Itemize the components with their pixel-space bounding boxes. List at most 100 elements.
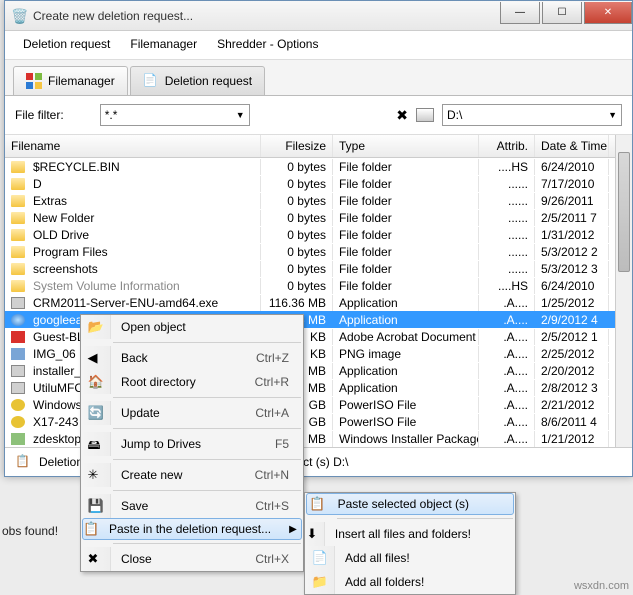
file-icon [11, 280, 25, 292]
close-button[interactable]: ✕ [584, 2, 632, 24]
app-icon: 🗑️ [11, 8, 27, 24]
menu-item[interactable]: ⬇Insert all files and folders! [305, 522, 515, 546]
table-row[interactable]: CRM2011-Server-ENU-amd64.exe116.36 MBApp… [5, 294, 632, 311]
column-date[interactable]: Date & Time [535, 135, 609, 157]
table-row[interactable]: Program Files0 bytesFile folder......5/3… [5, 243, 632, 260]
window-title: Create new deletion request... [33, 9, 500, 23]
file-size: 0 bytes [261, 278, 333, 294]
menu-item[interactable]: 📄Add all files! [305, 546, 515, 570]
file-name: X17-243 [33, 415, 78, 429]
file-type: File folder [333, 159, 479, 175]
drive-combo[interactable]: D:\ ▼ [442, 104, 622, 126]
column-type[interactable]: Type [333, 135, 479, 157]
file-attrib: .A.... [479, 363, 535, 379]
file-type: Application [333, 295, 479, 311]
windows-flag-icon [26, 73, 42, 89]
file-name: OLD Drive [33, 228, 89, 242]
minimize-button[interactable]: — [500, 2, 540, 24]
table-row[interactable]: System Volume Information0 bytesFile fol… [5, 277, 632, 294]
file-name: Windows [33, 398, 82, 412]
column-filesize[interactable]: Filesize [261, 135, 333, 157]
file-type: PNG image [333, 346, 479, 362]
clear-icon[interactable]: ✖ [396, 107, 408, 124]
insert-icon: ⬇ [305, 522, 325, 546]
column-attrib[interactable]: Attrib. [479, 135, 535, 157]
menu-shortcut: Ctrl+A [235, 406, 303, 420]
titlebar[interactable]: 🗑️ Create new deletion request... — ☐ ✕ [5, 1, 632, 31]
file-name: zdesktop [33, 432, 81, 446]
menu-item[interactable]: 🖴Jump to DrivesF5 [81, 432, 303, 456]
file-name: Extras [33, 194, 67, 208]
file-date: 1/25/2012 [535, 295, 609, 311]
file-date: 7/17/2010 [535, 176, 609, 192]
file-type: Application [333, 363, 479, 379]
column-filename[interactable]: Filename [5, 135, 261, 157]
menubar: Deletion request Filemanager Shredder - … [5, 31, 632, 60]
menu-item[interactable]: 🏠Root directoryCtrl+R [81, 370, 303, 394]
menu-shredder-options[interactable]: Shredder - Options [209, 35, 326, 53]
vertical-scrollbar[interactable] [615, 135, 632, 447]
file-icon [11, 161, 25, 173]
file-icon [11, 229, 25, 241]
file-icon [11, 416, 25, 428]
file-date: 8/6/2011 4 [535, 414, 609, 430]
file-attrib: .A.... [479, 312, 535, 328]
file-date: 6/24/2010 [535, 278, 609, 294]
menu-item-label: Create new [111, 468, 235, 482]
file-attrib: .A.... [479, 295, 535, 311]
menu-shortcut: F5 [255, 437, 303, 451]
menu-item[interactable]: 📋Paste selected object (s) [306, 493, 514, 515]
menu-deletion-request[interactable]: Deletion request [15, 35, 118, 53]
file-name: UtiluMFC [33, 381, 83, 395]
file-name: Guest-BL [33, 330, 84, 344]
file-name: CRM2011-Server-ENU-amd64.exe [33, 296, 218, 310]
file-type: File folder [333, 176, 479, 192]
open-icon: 📂 [81, 315, 111, 339]
table-row[interactable]: New Folder0 bytesFile folder......2/5/20… [5, 209, 632, 226]
watermark: wsxdn.com [574, 580, 629, 592]
file-icon [11, 382, 25, 394]
table-row[interactable]: $RECYCLE.BIN0 bytesFile folder....HS6/24… [5, 158, 632, 175]
menu-item-label: Update [111, 406, 235, 420]
table-row[interactable]: Extras0 bytesFile folder......9/26/2011 [5, 192, 632, 209]
file-date: 2/20/2012 [535, 363, 609, 379]
paste-icon: 📋 [307, 494, 328, 514]
menu-item[interactable]: 📂Open object [81, 315, 303, 339]
file-size: 0 bytes [261, 159, 333, 175]
table-row[interactable]: OLD Drive0 bytesFile folder......1/31/20… [5, 226, 632, 243]
file-icon [11, 331, 25, 343]
table-row[interactable]: screenshots0 bytesFile folder......5/3/2… [5, 260, 632, 277]
file-date: 1/31/2012 [535, 227, 609, 243]
file-size: 0 bytes [261, 210, 333, 226]
file-icon [11, 365, 25, 377]
menu-item-label: Save [111, 499, 235, 513]
context-submenu: 📋Paste selected object (s) ⬇Insert all fi… [304, 492, 516, 595]
file-attrib: ...... [479, 210, 535, 226]
menu-item[interactable]: 📋Paste in the deletion request...▶ [82, 518, 302, 540]
file-attrib: .A.... [479, 414, 535, 430]
save-icon: 💾 [81, 494, 111, 518]
drive-value: D:\ [447, 108, 462, 122]
file-date: 2/5/2012 1 [535, 329, 609, 345]
file-type: File folder [333, 227, 479, 243]
file-attrib: ...... [479, 244, 535, 260]
menu-filemanager[interactable]: Filemanager [122, 35, 205, 53]
table-row[interactable]: D0 bytesFile folder......7/17/2010 [5, 175, 632, 192]
maximize-button[interactable]: ☐ [542, 2, 582, 24]
menu-item[interactable]: ✳Create newCtrl+N [81, 463, 303, 487]
menu-item[interactable]: 🔄UpdateCtrl+A [81, 401, 303, 425]
file-filter-combo[interactable]: *.* ▼ [100, 104, 250, 126]
menu-item[interactable]: ✖CloseCtrl+X [81, 547, 303, 571]
file-icon [11, 297, 25, 309]
menu-shortcut: Ctrl+S [235, 499, 303, 513]
close-icon: ✖ [81, 547, 111, 571]
filter-row: File filter: *.* ▼ ✖ D:\ ▼ [5, 96, 632, 135]
menu-item[interactable]: 📁Add all folders! [305, 570, 515, 594]
tab-deletion-request[interactable]: 📄 Deletion request [130, 66, 265, 95]
menu-item[interactable]: ◀BackCtrl+Z [81, 346, 303, 370]
file-filter-label: File filter: [15, 108, 64, 122]
tab-filemanager[interactable]: Filemanager [13, 66, 128, 95]
menu-item[interactable]: 💾SaveCtrl+S [81, 494, 303, 518]
scrollbar-thumb[interactable] [618, 152, 630, 272]
tab-label: Deletion request [165, 74, 252, 88]
